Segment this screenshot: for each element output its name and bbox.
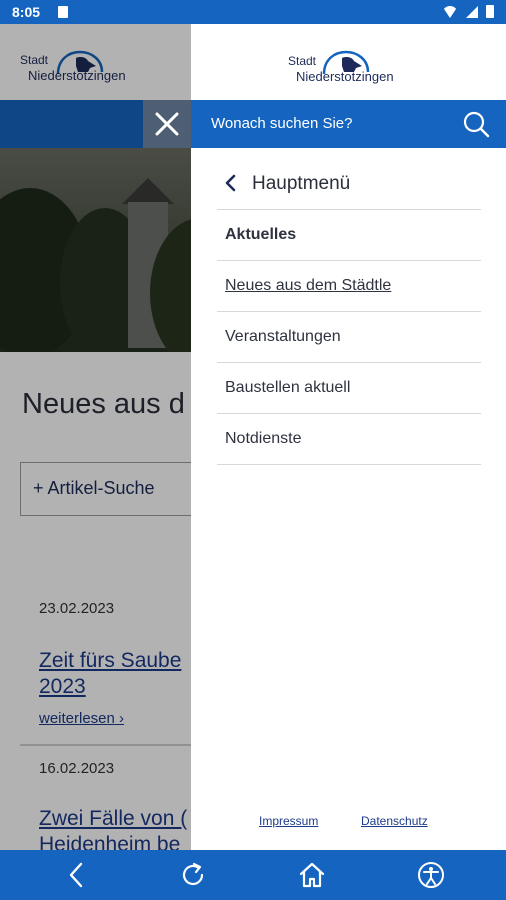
search-bar[interactable]: Wonach suchen Sie? (191, 100, 506, 148)
menu-item-notdienste[interactable]: Notdienste (217, 414, 481, 465)
logo-stadt-text: Stadt (288, 54, 317, 68)
drawer-footer: Impressum Datenschutz (191, 814, 506, 834)
menu-item-aktuelles[interactable]: Aktuelles (217, 210, 481, 261)
search-placeholder[interactable]: Wonach suchen Sie? (211, 115, 352, 132)
reload-icon[interactable] (178, 860, 208, 890)
menu-item-baustellen-aktuell[interactable]: Baustellen aktuell (217, 363, 481, 414)
menu-item-label: Neues aus dem Städtle (225, 277, 392, 294)
battery-icon (486, 5, 494, 18)
back-icon[interactable] (62, 860, 92, 890)
bottom-navigation (0, 850, 506, 900)
wifi-icon (442, 5, 458, 18)
status-bar: 8:05 (0, 0, 506, 24)
menu-item-veranstaltungen[interactable]: Veranstaltungen (217, 312, 481, 363)
sd-card-icon (58, 6, 68, 18)
main-menu: Hauptmenü Aktuelles Neues aus dem Städtl… (217, 159, 481, 465)
back-label: Hauptmenü (252, 173, 351, 194)
datenschutz-link[interactable]: Datenschutz (361, 814, 428, 828)
menu-item-label: Aktuelles (225, 226, 297, 243)
status-time: 8:05 (12, 4, 41, 20)
menu-item-neues-aus-dem-staedtle[interactable]: Neues aus dem Städtle (217, 261, 481, 312)
signal-icon (466, 5, 478, 18)
drawer-header: Stadt Niederstotzingen (191, 24, 506, 100)
menu-item-label: Notdienste (225, 430, 302, 447)
system-icons (442, 5, 494, 18)
close-menu-button[interactable] (143, 100, 191, 148)
menu-item-label: Veranstaltungen (225, 328, 341, 345)
home-icon[interactable] (297, 860, 327, 890)
navigation-drawer: Stadt Niederstotzingen Wonach suchen Sie… (191, 24, 506, 850)
city-logo[interactable]: Stadt Niederstotzingen (288, 42, 418, 86)
chevron-left-icon (225, 174, 236, 192)
close-icon (155, 112, 179, 136)
accessibility-icon[interactable] (416, 860, 446, 890)
logo-city-name: Niederstotzingen (296, 69, 394, 84)
back-to-main-menu[interactable]: Hauptmenü (217, 159, 481, 210)
impressum-link[interactable]: Impressum (259, 814, 318, 828)
search-icon[interactable] (461, 109, 491, 139)
menu-item-label: Baustellen aktuell (225, 379, 351, 396)
